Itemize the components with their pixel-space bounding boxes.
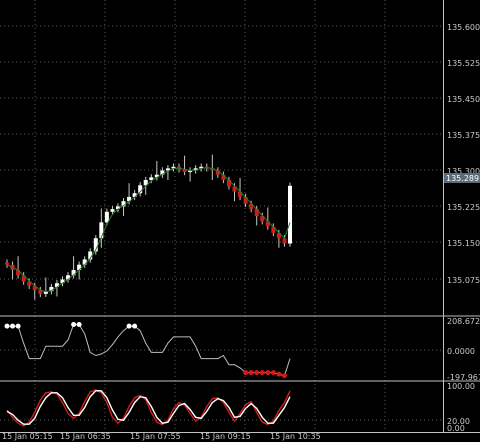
indicator1-high-dot — [4, 323, 10, 329]
price-axis-label: 135.600 — [447, 23, 480, 32]
time-axis-label: 15 Jan 09:15 — [200, 432, 251, 441]
indicator1-axis-label: 208.6720 — [447, 317, 480, 326]
trading-chart[interactable]: 135.600 135.525 135.450 135.375 135.300 … — [0, 0, 480, 442]
current-price-label: 135.289 — [446, 174, 479, 183]
indicator1-low-dot — [281, 373, 287, 379]
indicator1-low-dot — [270, 370, 276, 376]
price-axis-label: 135.450 — [447, 95, 480, 104]
candle-bull — [82, 259, 87, 265]
indicator1-low-dot — [259, 370, 265, 376]
indicator2-axis-label: 100.00 — [447, 382, 475, 391]
price-axis-label: 135.225 — [447, 203, 480, 212]
price-axis-label: 135.150 — [447, 239, 480, 248]
candle-bull — [110, 209, 115, 212]
candle-bear — [5, 262, 9, 265]
time-axis-label: 15 Jan 10:35 — [270, 432, 321, 441]
candle-bull — [99, 222, 104, 239]
time-axis-label: 15 Jan 06:35 — [60, 432, 111, 441]
indicator1-low-dot — [276, 371, 282, 377]
indicator1-low-dot — [254, 370, 260, 376]
indicator1-high-dot — [132, 323, 138, 329]
price-axis-label: 135.075 — [447, 276, 480, 285]
indicator1-low-dot — [265, 370, 271, 376]
indicator1-high-dot — [10, 323, 16, 329]
indicator1-high-dot — [126, 323, 132, 329]
indicator1-low-dot — [243, 370, 249, 376]
candle-bull — [288, 185, 292, 244]
indicator1-high-dot — [76, 322, 82, 328]
indicator1-high-dot — [15, 323, 21, 329]
candle-bear — [282, 238, 287, 244]
price-axis-label: 135.375 — [447, 131, 480, 140]
indicator1-low-dot — [248, 370, 254, 376]
indicator1-axis-label: -197.967 — [447, 373, 480, 382]
indicator1-axis-label: 0.0000 — [447, 347, 475, 356]
indicator2-axis-label: 0.00 — [447, 424, 465, 433]
price-axis-label: 135.525 — [447, 59, 480, 68]
chart-background — [0, 0, 480, 442]
time-axis-label: 15 Jan 07:55 — [130, 432, 181, 441]
indicator1-high-dot — [71, 322, 77, 328]
time-axis-label: 15 Jan 05:15 — [2, 432, 53, 441]
